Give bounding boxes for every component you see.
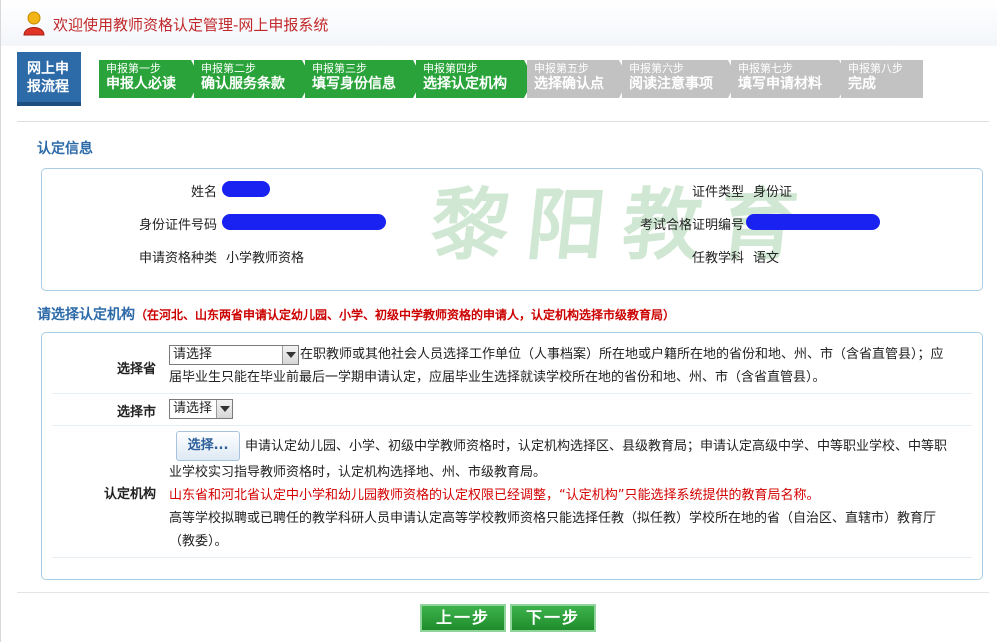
info-section-title: 认定信息 (37, 141, 93, 157)
step-1: 申报第一步 申报人必读 (99, 60, 201, 98)
exam-cert-redacted (746, 214, 880, 230)
name-label: 姓名 (190, 185, 217, 200)
row-divider (52, 393, 972, 394)
agency-desc-warning: 山东省和河北省认定中小学和幼儿园教师资格的认定权限已经调整，“认定机构”只能选择… (169, 488, 820, 503)
qualification-type-value: 小学教师资格 (226, 251, 305, 266)
row-divider (52, 425, 972, 426)
cert-type-label: 证件类型 (691, 185, 744, 200)
page-header: 欢迎使用教师资格认定管理-网上申报系统 (1, 0, 997, 46)
org-section-title: 请选择认定机构（在河北、山东两省申请认定幼儿园、小学、初级中学教师资格的申请人，… (37, 307, 676, 323)
exam-cert-label: 考试合格证明编号 (639, 218, 744, 233)
step-6: 申报第六步 阅读注意事项 (622, 60, 738, 98)
step-3: 申报第三步 填写身份信息 (305, 60, 423, 98)
step-7: 申报第七步 填写申请材料 (731, 60, 849, 98)
city-select[interactable]: 请选择 (169, 399, 233, 419)
step-5: 申报第五步 选择确认点 (527, 60, 629, 98)
cert-type-value: 身份证 (753, 185, 793, 200)
city-label: 选择市 (116, 405, 156, 420)
agency-desc-1: 申请认定幼儿园、小学、初级中学教师资格时，认定机构选择区、县级教育局；申请认定高… (245, 439, 948, 454)
province-label: 选择省 (116, 362, 156, 377)
footer-divider (17, 592, 989, 593)
step-flow-label: 网上申 报流程 (17, 52, 81, 106)
choose-agency-button[interactable]: 选择... (176, 431, 240, 461)
user-icon (23, 11, 45, 36)
subject-value: 语文 (753, 251, 780, 266)
divider (17, 121, 989, 122)
step-2: 申报第二步 确认服务条款 (194, 60, 312, 98)
qualification-type-label: 申请资格种类 (138, 251, 217, 266)
prev-step-button[interactable]: 上一步 (420, 604, 506, 632)
step-progress: 网上申 报流程 申报第一步 申报人必读 申报第二步 确认服务条款 申报第三步 填… (17, 52, 987, 106)
agency-desc-2: 业学校实习指导教师资格时，认定机构选择地、州、市级教育局。 (169, 465, 547, 480)
chevron-down-icon[interactable] (216, 400, 232, 418)
id-label: 身份证件号码 (138, 218, 217, 233)
page-title: 欢迎使用教师资格认定管理-网上申报系统 (53, 16, 329, 34)
province-select[interactable]: 请选择 (169, 345, 299, 365)
step-4: 申报第四步 选择认定机构 (416, 60, 534, 98)
agency-label: 认定机构 (103, 487, 156, 502)
id-redacted (222, 214, 386, 230)
page: 欢迎使用教师资格认定管理-网上申报系统 网上申 报流程 申报第一步 申报人必读 … (0, 0, 997, 642)
chevron-down-icon[interactable] (282, 346, 298, 364)
subject-label: 任教学科 (691, 251, 744, 266)
agency-desc-3: 高等学校拟聘或已聘任的教学科研人员申请认定高等学校教师资格只能选择任教（拟任教）… (169, 511, 937, 526)
next-step-button[interactable]: 下一步 (510, 604, 596, 632)
name-redacted (222, 181, 270, 197)
row-divider (52, 557, 972, 558)
step-8: 申报第八步 完成 (841, 60, 923, 98)
agency-desc-4: （教委）。 (169, 534, 228, 549)
info-panel: 黎阳教育 姓名 身份证件号码 申请资格种类 小学教师资格 证件类型 身份证 考试… (41, 168, 983, 291)
org-panel: 选择省 请选择 在职教师或其他社会人员选择工作单位（人事档案）所在地或户籍所在地… (41, 332, 983, 580)
province-desc-2: 届毕业生只能在毕业前最后一学期申请认定，应届毕业生选择就读学校所在地的省份和地、… (169, 370, 826, 385)
province-desc: 在职教师或其他社会人员选择工作单位（人事档案）所在地或户籍所在地的省份和地、州、… (300, 347, 944, 362)
